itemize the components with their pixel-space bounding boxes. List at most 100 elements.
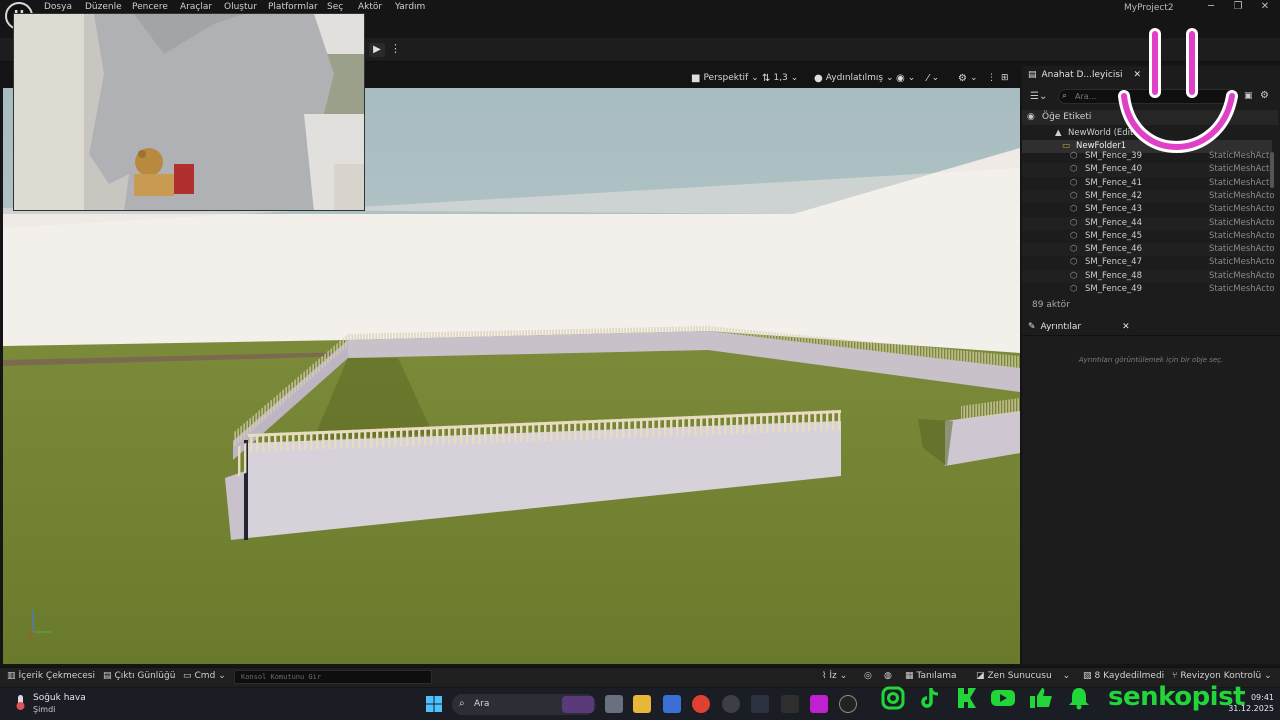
search-icon: ⌕ (459, 698, 465, 709)
row-type: StaticMeshActo (1209, 270, 1275, 281)
lighting-mode-button[interactable]: ● Aydınlatılmış ⌄ (811, 71, 897, 85)
zen-label: Zen Sunucusu (987, 671, 1052, 681)
cmd-label: Cmd (194, 671, 216, 681)
details-tab[interactable]: ✎ Ayrıntılar ✕ (1022, 318, 1280, 336)
close-icon[interactable]: ✕ (1258, 1, 1272, 13)
filter-icon[interactable]: ☰⌄ (1030, 91, 1047, 102)
content-drawer-label: İçerik Çekmecesi (18, 671, 95, 681)
menu-actor[interactable]: Aktör (358, 2, 382, 12)
trace-button[interactable]: ⌇ İz ⌄ (822, 671, 847, 681)
menu-help[interactable]: Yardım (395, 2, 425, 12)
trace-icon: ⌇ (822, 671, 827, 681)
smiley-overlay-icon (1118, 28, 1238, 153)
chevron-down-icon: ⌄ (839, 671, 848, 681)
gear-icon: ⚙ (958, 72, 967, 84)
world-icon: ▲ (1055, 128, 1062, 138)
eye-icon: ◉ (896, 72, 905, 84)
details-empty-message: Ayrıntıları görüntülemek için bir obje s… (1078, 356, 1224, 364)
row-type: StaticMeshActo (1209, 244, 1275, 255)
row-type: StaticMeshActo (1209, 164, 1275, 175)
chevron-down-icon: ⌄ (969, 73, 978, 83)
menu-edit[interactable]: Düzenle (85, 2, 122, 12)
camera-speed-button[interactable]: ⇅ 1,3 ⌄ (759, 71, 801, 85)
epic-games-icon[interactable] (781, 695, 799, 713)
terminal-icon: ▭ (183, 671, 192, 681)
tree-row[interactable]: ⬡ SM_Fence_49 StaticMeshActo (1022, 283, 1275, 296)
console-command-input[interactable]: Konsol Komutunu Gir (234, 670, 432, 684)
maximize-icon[interactable]: ❐ (1231, 1, 1245, 13)
row-name: SM_Fence_42 (1085, 190, 1142, 201)
menu-file[interactable]: Dosya (44, 2, 72, 12)
store-icon[interactable] (663, 695, 681, 713)
row-name: SM_Fence_47 (1085, 257, 1142, 268)
revision-control-button[interactable]: ⑂ Revizyon Kontrolü ⌄ (1172, 671, 1272, 681)
menu-build[interactable]: Oluştur (224, 2, 257, 12)
menu-window[interactable]: Pencere (132, 2, 168, 12)
add-folder-icon[interactable]: ▣ (1244, 91, 1253, 101)
outliner-icon: ▤ (1028, 70, 1037, 80)
minimize-icon[interactable]: ─ (1204, 1, 1218, 13)
tree-row[interactable]: ⬡ SM_Fence_43 StaticMeshActo (1022, 203, 1275, 216)
recorder-icon[interactable] (722, 695, 740, 713)
chevron-down-icon: ⌄ (790, 73, 799, 83)
tree-row[interactable]: ⬡ SM_Fence_47 StaticMeshActo (1022, 256, 1275, 269)
steam-icon[interactable] (751, 695, 769, 713)
menu-tools[interactable]: Araçlar (180, 2, 212, 12)
static-mesh-icon: ⬡ (1070, 177, 1078, 188)
menu-select[interactable]: Seç (327, 2, 343, 12)
windows-start-icon[interactable] (426, 696, 442, 712)
static-mesh-icon: ⬡ (1070, 151, 1078, 161)
wand-icon: ⁄ (927, 72, 929, 84)
static-mesh-icon: ⬡ (1070, 217, 1078, 228)
outliner-scrollbar[interactable] (1270, 152, 1274, 188)
unsaved-button[interactable]: ▧ 8 Kaydedilmedi (1083, 671, 1164, 681)
play-options-icon[interactable]: ⋮ (390, 42, 401, 55)
output-log-button[interactable]: ▤ Çıktı Günlüğü (103, 671, 175, 681)
static-mesh-icon: ⬡ (1070, 230, 1078, 241)
zen-server-button[interactable]: ◪ Zen Sunucusu ⌄ (976, 671, 1070, 681)
row-type: StaticMeshActo (1209, 177, 1275, 188)
tree-row[interactable]: ⬡ SM_Fence_45 StaticMeshActo (1022, 230, 1275, 243)
content-drawer-button[interactable]: ▥ İçerik Çekmecesi (7, 671, 95, 681)
tree-row[interactable]: ⬡ SM_Fence_41 StaticMeshActo (1022, 177, 1275, 190)
settings-gear-icon[interactable]: ⚙ (1260, 90, 1269, 101)
app-icon[interactable] (810, 695, 828, 713)
output-log-label: Çıktı Günlüğü (114, 671, 176, 681)
trace-label: İz (829, 671, 837, 681)
file-explorer-icon[interactable] (633, 695, 651, 713)
viewport-options-icon[interactable]: ⋮ (984, 71, 999, 85)
tree-row[interactable]: ⬡ SM_Fence_46 StaticMeshActo (1022, 243, 1275, 257)
tree-row[interactable]: ⬡ SM_Fence_44 StaticMeshActo (1022, 216, 1275, 230)
row-name: SM_Fence_49 (1085, 284, 1142, 294)
task-view-icon[interactable] (605, 695, 623, 713)
play-button[interactable]: ▶ (369, 43, 385, 57)
cmd-dropdown[interactable]: ▭ Cmd ⌄ (183, 671, 226, 681)
chrome-icon[interactable] (692, 695, 710, 713)
row-type: StaticMeshActo (1209, 217, 1275, 228)
lighting-mode-label: Aydınlatılmış (825, 73, 884, 83)
static-mesh-icon: ⬡ (1070, 284, 1078, 294)
tree-row[interactable]: ⬡ SM_Fence_40 StaticMeshActo (1022, 163, 1275, 177)
broadcast-icon[interactable]: ◍ (884, 671, 892, 681)
record-icon[interactable]: ◎ (864, 671, 872, 681)
camera-mode-button[interactable]: ■ Perspektif ⌄ (688, 71, 762, 85)
menu-platforms[interactable]: Platformlar (268, 2, 318, 12)
tree-row[interactable]: ⬡ SM_Fence_42 StaticMeshActo (1022, 189, 1275, 204)
weather-icon[interactable] (12, 693, 30, 711)
transform-tools-button[interactable]: ⁄ ⌄ (924, 71, 942, 85)
details-panel: ✎ Ayrıntılar ✕ (1022, 318, 1280, 664)
drawer-icon: ▥ (7, 671, 16, 681)
tree-row[interactable]: ⬡ SM_Fence_48 StaticMeshActo (1022, 269, 1275, 283)
viewport-settings-button[interactable]: ⚙ ⌄ (955, 71, 981, 85)
search-icon: ⌕ (1062, 91, 1068, 101)
show-flags-button[interactable]: ◉ ⌄ (893, 71, 918, 85)
chevron-down-icon: ⌄ (907, 73, 916, 83)
unreal-engine-icon[interactable] (839, 695, 857, 713)
row-name: SM_Fence_43 (1085, 204, 1142, 215)
webcam-overlay (13, 13, 365, 211)
layout-grid-icon[interactable]: ⊞ (998, 71, 1012, 85)
visibility-eye-icon[interactable]: ◉ (1027, 112, 1035, 122)
close-tab-icon[interactable]: ✕ (1122, 322, 1130, 332)
static-mesh-icon: ⬡ (1070, 257, 1078, 268)
diagnostics-button[interactable]: ▦ Tanılama (905, 671, 957, 681)
